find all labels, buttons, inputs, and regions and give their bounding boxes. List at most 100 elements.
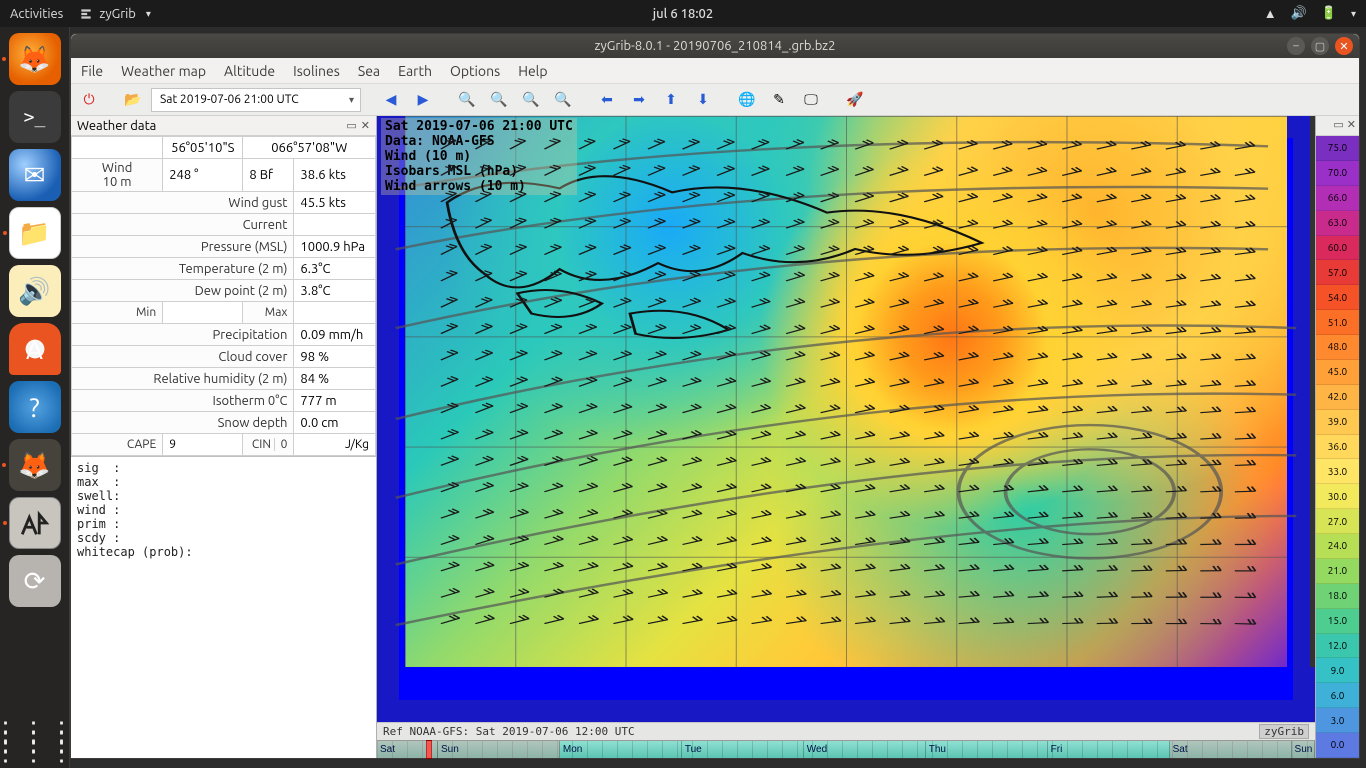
gust-label: Wind gust bbox=[72, 192, 294, 214]
meteotable-button[interactable]: 🖵 bbox=[797, 87, 825, 113]
timeline-day[interactable]: Mon bbox=[560, 741, 682, 758]
current-label: Current bbox=[72, 214, 294, 236]
menubar: File Weather map Altitude Isolines Sea E… bbox=[71, 58, 1359, 84]
timeline-day[interactable]: Sun bbox=[1292, 741, 1315, 758]
appmenu-button[interactable]: zyGrib bbox=[79, 7, 151, 21]
dock-terminal-icon[interactable]: >_ bbox=[9, 91, 61, 143]
scale-swatch: 36.0 bbox=[1316, 435, 1359, 460]
scale-swatch: 54.0 bbox=[1316, 285, 1359, 310]
timeline-day[interactable]: Sat bbox=[377, 741, 438, 758]
map-overlay-info: Sat 2019-07-06 21:00 UTC Data: NOAA-GFS … bbox=[381, 118, 577, 195]
download-grib-button[interactable]: 🌐 bbox=[733, 87, 761, 113]
zoom-fit-button[interactable]: 🔍 bbox=[549, 87, 577, 113]
gnome-top-bar: Activities zyGrib jul 6 18:02 ▲ 🔊 🔋 ▾ bbox=[0, 0, 1366, 27]
quit-button[interactable]: ⏻ bbox=[75, 87, 103, 113]
dock-files-icon[interactable]: 📁 bbox=[9, 207, 61, 259]
scale-swatch: 45.0 bbox=[1316, 360, 1359, 385]
battery-icon[interactable]: 🔋 bbox=[1321, 6, 1337, 21]
color-scale-panel: ▭✕ 75.070.066.063.060.057.054.051.048.04… bbox=[1315, 116, 1359, 758]
relhum-label: Relative humidity (2 m) bbox=[72, 368, 294, 390]
scale-swatch: 51.0 bbox=[1316, 310, 1359, 335]
dock-updates-icon[interactable]: ⟳ bbox=[9, 555, 61, 607]
cloud-value: 98 % bbox=[294, 346, 376, 368]
status-bar: Ref NOAA-GFS: Sat 2019-07-06 12:00 UTC z… bbox=[377, 722, 1315, 740]
panel-close-icon[interactable]: ✕ bbox=[361, 119, 370, 132]
isotherm-label: Isotherm 0°C bbox=[72, 390, 294, 412]
forecast-date-selector[interactable]: Sat 2019-07-06 21:00 UTC bbox=[151, 88, 361, 112]
dock-firefox-icon[interactable]: 🦊 bbox=[9, 33, 61, 85]
timeline-day[interactable]: Thu bbox=[926, 741, 1048, 758]
timeline-day[interactable]: Tue bbox=[682, 741, 804, 758]
scale-swatch: 33.0 bbox=[1316, 459, 1359, 484]
scale-swatch: 57.0 bbox=[1316, 260, 1359, 285]
menu-options[interactable]: Options bbox=[450, 63, 500, 79]
gust-value: 45.5 kts bbox=[294, 192, 376, 214]
cin-unit: J/Kg bbox=[294, 434, 376, 456]
nav-right-button[interactable]: ➡ bbox=[625, 87, 653, 113]
scale-swatch: 70.0 bbox=[1316, 161, 1359, 186]
nav-up-button[interactable]: ⬆ bbox=[657, 87, 685, 113]
dock-thunderbird-icon[interactable]: ✉ bbox=[9, 149, 61, 201]
scale-swatch: 39.0 bbox=[1316, 410, 1359, 435]
weather-data-table: 56°05'10"S 066°57'08"W Wind 10 m 248 ° 8… bbox=[71, 136, 376, 456]
timeline-day[interactable]: Sat bbox=[1170, 741, 1292, 758]
open-file-button[interactable]: 📂 bbox=[119, 87, 147, 113]
scale-swatch: 66.0 bbox=[1316, 186, 1359, 211]
activities-button[interactable]: Activities bbox=[10, 7, 63, 21]
dock-help-icon[interactable]: ? bbox=[9, 381, 61, 433]
prev-time-button[interactable]: ◀ bbox=[377, 87, 405, 113]
close-button[interactable]: ✕ bbox=[1335, 37, 1353, 55]
timeline-day[interactable]: Fri bbox=[1048, 741, 1170, 758]
scale-swatch: 63.0 bbox=[1316, 211, 1359, 236]
titlebar[interactable]: zyGrib-8.0.1 - 20190706_210814_.grb.bz2 … bbox=[71, 34, 1359, 58]
map-canvas[interactable]: Sat 2019-07-06 21:00 UTC Data: NOAA-GFS … bbox=[377, 116, 1315, 722]
status-brand: zyGrib bbox=[1259, 724, 1309, 739]
show-applications-icon[interactable]: ⋮⋮⋮⋮⋮⋮⋮⋮⋮ bbox=[0, 726, 77, 756]
longitude-value: 066°57'08"W bbox=[243, 137, 376, 159]
scale-swatch: 9.0 bbox=[1316, 658, 1359, 683]
minimize-button[interactable]: – bbox=[1287, 37, 1305, 55]
select-area-button[interactable]: ✎ bbox=[765, 87, 793, 113]
zoom-out-button[interactable]: 🔍 bbox=[485, 87, 513, 113]
forecast-timeline[interactable]: SatSunMonTueWedThuFriSatSun bbox=[377, 740, 1315, 758]
menu-isolines[interactable]: Isolines bbox=[293, 63, 340, 79]
scale-swatch: 21.0 bbox=[1316, 559, 1359, 584]
wind-beaufort: 8 Bf bbox=[243, 159, 294, 192]
menu-file[interactable]: File bbox=[81, 63, 103, 79]
dock-zygrib-icon[interactable] bbox=[9, 497, 61, 549]
menu-earth[interactable]: Earth bbox=[398, 63, 432, 79]
clock[interactable]: jul 6 18:02 bbox=[653, 7, 713, 21]
system-chevron-icon[interactable]: ▾ bbox=[1351, 8, 1356, 20]
weather-data-panel: Weather data ▭✕ 56°05'10"S 066°57'08"W W… bbox=[71, 116, 377, 758]
next-time-button[interactable]: ▶ bbox=[409, 87, 437, 113]
menu-help[interactable]: Help bbox=[518, 63, 547, 79]
scale-swatch: 3.0 bbox=[1316, 708, 1359, 733]
max-value bbox=[294, 302, 376, 324]
menu-weather-map[interactable]: Weather map bbox=[121, 63, 206, 79]
nav-down-button[interactable]: ⬇ bbox=[689, 87, 717, 113]
dock-gimp-icon[interactable]: 🦊 bbox=[9, 439, 61, 491]
latitude-value: 56°05'10"S bbox=[163, 137, 243, 159]
dewpoint-label: Dew point (2 m) bbox=[72, 280, 294, 302]
scale-close-icon[interactable]: ✕ bbox=[1347, 118, 1356, 133]
dock-software-icon[interactable]: A bbox=[9, 323, 61, 375]
panel-title: Weather data ▭✕ bbox=[71, 116, 376, 136]
scale-swatch: 27.0 bbox=[1316, 509, 1359, 534]
zoom-original-button[interactable]: 🔍 bbox=[517, 87, 545, 113]
scale-undock-icon[interactable]: ▭ bbox=[1333, 118, 1343, 133]
menu-altitude[interactable]: Altitude bbox=[224, 63, 275, 79]
volume-icon[interactable]: 🔊 bbox=[1291, 6, 1307, 21]
wifi-icon[interactable]: ▲ bbox=[1264, 6, 1277, 21]
zoom-in-button[interactable]: 🔍 bbox=[453, 87, 481, 113]
dock-rhythmbox-icon[interactable]: 🔊 bbox=[9, 265, 61, 317]
maximize-button[interactable]: ▢ bbox=[1311, 37, 1329, 55]
timeline-day[interactable]: Wed bbox=[804, 741, 926, 758]
nav-left-button[interactable]: ⬅ bbox=[593, 87, 621, 113]
snow-value: 0.0 cm bbox=[294, 412, 376, 434]
scale-swatch: 75.0 bbox=[1316, 136, 1359, 161]
app-window: zyGrib-8.0.1 - 20190706_210814_.grb.bz2 … bbox=[70, 33, 1360, 759]
timeline-day[interactable]: Sun bbox=[438, 741, 560, 758]
menu-sea[interactable]: Sea bbox=[358, 63, 380, 79]
undock-icon[interactable]: ▭ bbox=[346, 119, 356, 132]
animation-button[interactable]: 🚀 bbox=[841, 87, 869, 113]
